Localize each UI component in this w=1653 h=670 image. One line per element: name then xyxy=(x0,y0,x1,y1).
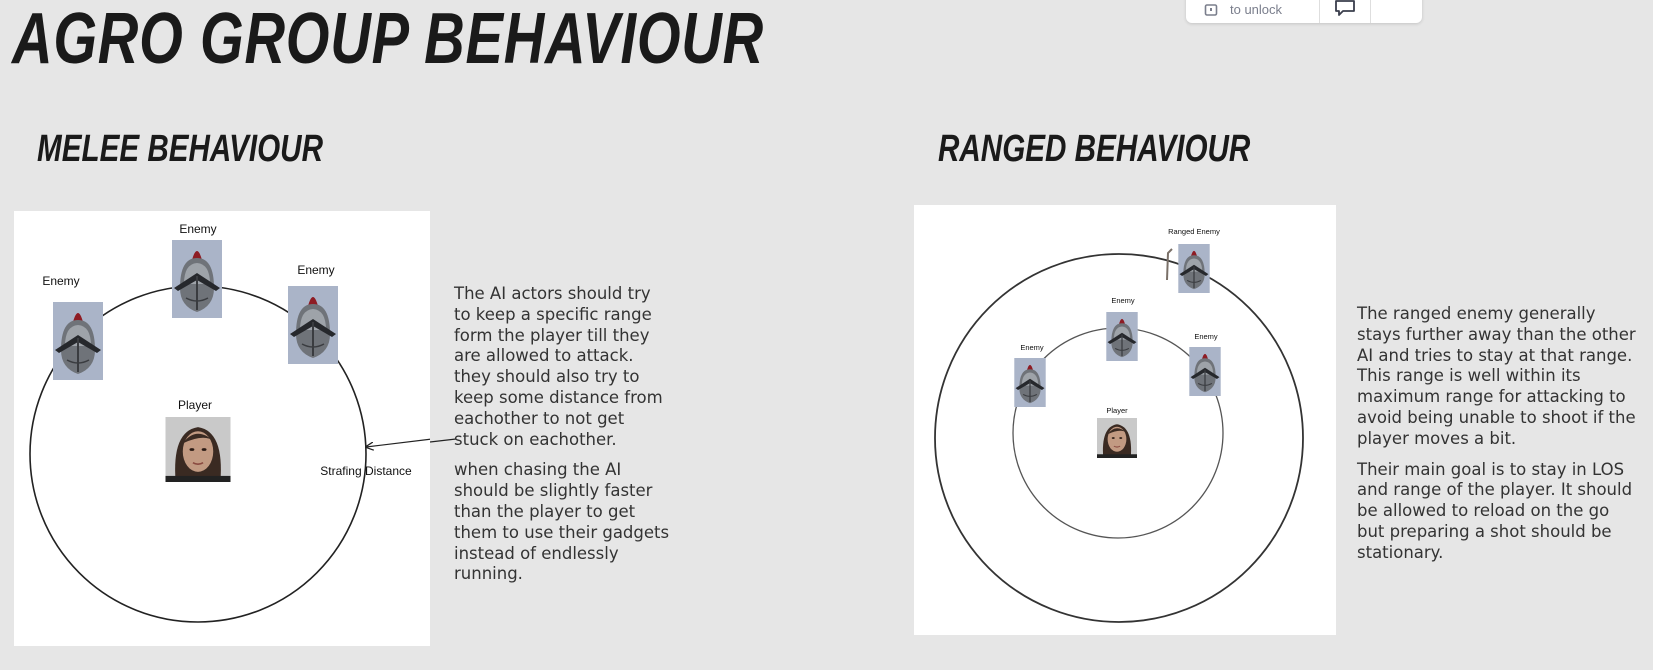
ranged-heading: RANGED BEHAVIOUR xyxy=(938,128,1251,170)
ranged-description: The ranged enemy generally stays further… xyxy=(1357,304,1637,574)
melee-diagram: Enemy Enemy Enemy Player Strafing Distan… xyxy=(14,211,433,646)
melee-diagram-svg: Enemy Enemy Enemy Player Strafing Distan… xyxy=(29,222,433,623)
ranged-paragraph: The ranged enemy generally stays further… xyxy=(1357,304,1636,448)
ranged-diagram-svg: Ranged Enemy Enemy Enemy Enemy Player xyxy=(934,227,1304,623)
enemy-label: Enemy xyxy=(179,222,216,236)
unlock-label: to unlock xyxy=(1230,2,1283,17)
ranged-diagram: Ranged Enemy Enemy Enemy Enemy Player xyxy=(914,205,1336,635)
board-toolbar: to unlock xyxy=(1186,0,1422,23)
melee-paragraph: when chasing the AI should be slightly f… xyxy=(454,460,670,584)
melee-description: The AI actors should try to keep a speci… xyxy=(454,284,670,595)
enemy-label: Enemy xyxy=(297,263,334,277)
strafing-arrow xyxy=(366,438,433,447)
ranged-enemy-icon xyxy=(1178,244,1210,293)
enemy-label: Enemy xyxy=(1020,343,1044,352)
player-portrait xyxy=(1097,418,1137,458)
melee-paragraph: The AI actors should try to keep a speci… xyxy=(454,284,663,449)
comment-button[interactable] xyxy=(1320,0,1371,23)
enemy-icon xyxy=(53,302,103,380)
toolbar-empty-slot[interactable] xyxy=(1371,0,1421,23)
strafing-distance-label: Strafing Distance xyxy=(320,464,412,478)
strafing-arrow-tail xyxy=(430,438,456,443)
comment-icon xyxy=(1334,0,1356,21)
ranged-paragraph: Their main goal is to stay in LOS and ra… xyxy=(1357,459,1633,562)
player-label: Player xyxy=(178,398,212,412)
enemy-icon xyxy=(1014,358,1046,407)
lock-icon xyxy=(1204,0,1218,19)
enemy-icon xyxy=(1106,312,1138,361)
melee-heading: MELEE BEHAVIOUR xyxy=(37,128,324,170)
ranged-enemy-label: Ranged Enemy xyxy=(1168,227,1220,236)
enemy-label: Enemy xyxy=(42,274,79,288)
page-title: AGRO GROUP BEHAVIOUR xyxy=(12,0,764,79)
player-label: Player xyxy=(1106,406,1128,415)
enemy-icon xyxy=(1189,347,1221,396)
enemy-label: Enemy xyxy=(1111,296,1135,305)
unlock-button[interactable]: to unlock xyxy=(1186,0,1320,23)
enemy-icon xyxy=(288,286,338,364)
rifle-icon xyxy=(1166,248,1173,281)
enemy-icon xyxy=(172,240,222,318)
enemy-label: Enemy xyxy=(1194,332,1218,341)
player-portrait xyxy=(165,417,231,482)
